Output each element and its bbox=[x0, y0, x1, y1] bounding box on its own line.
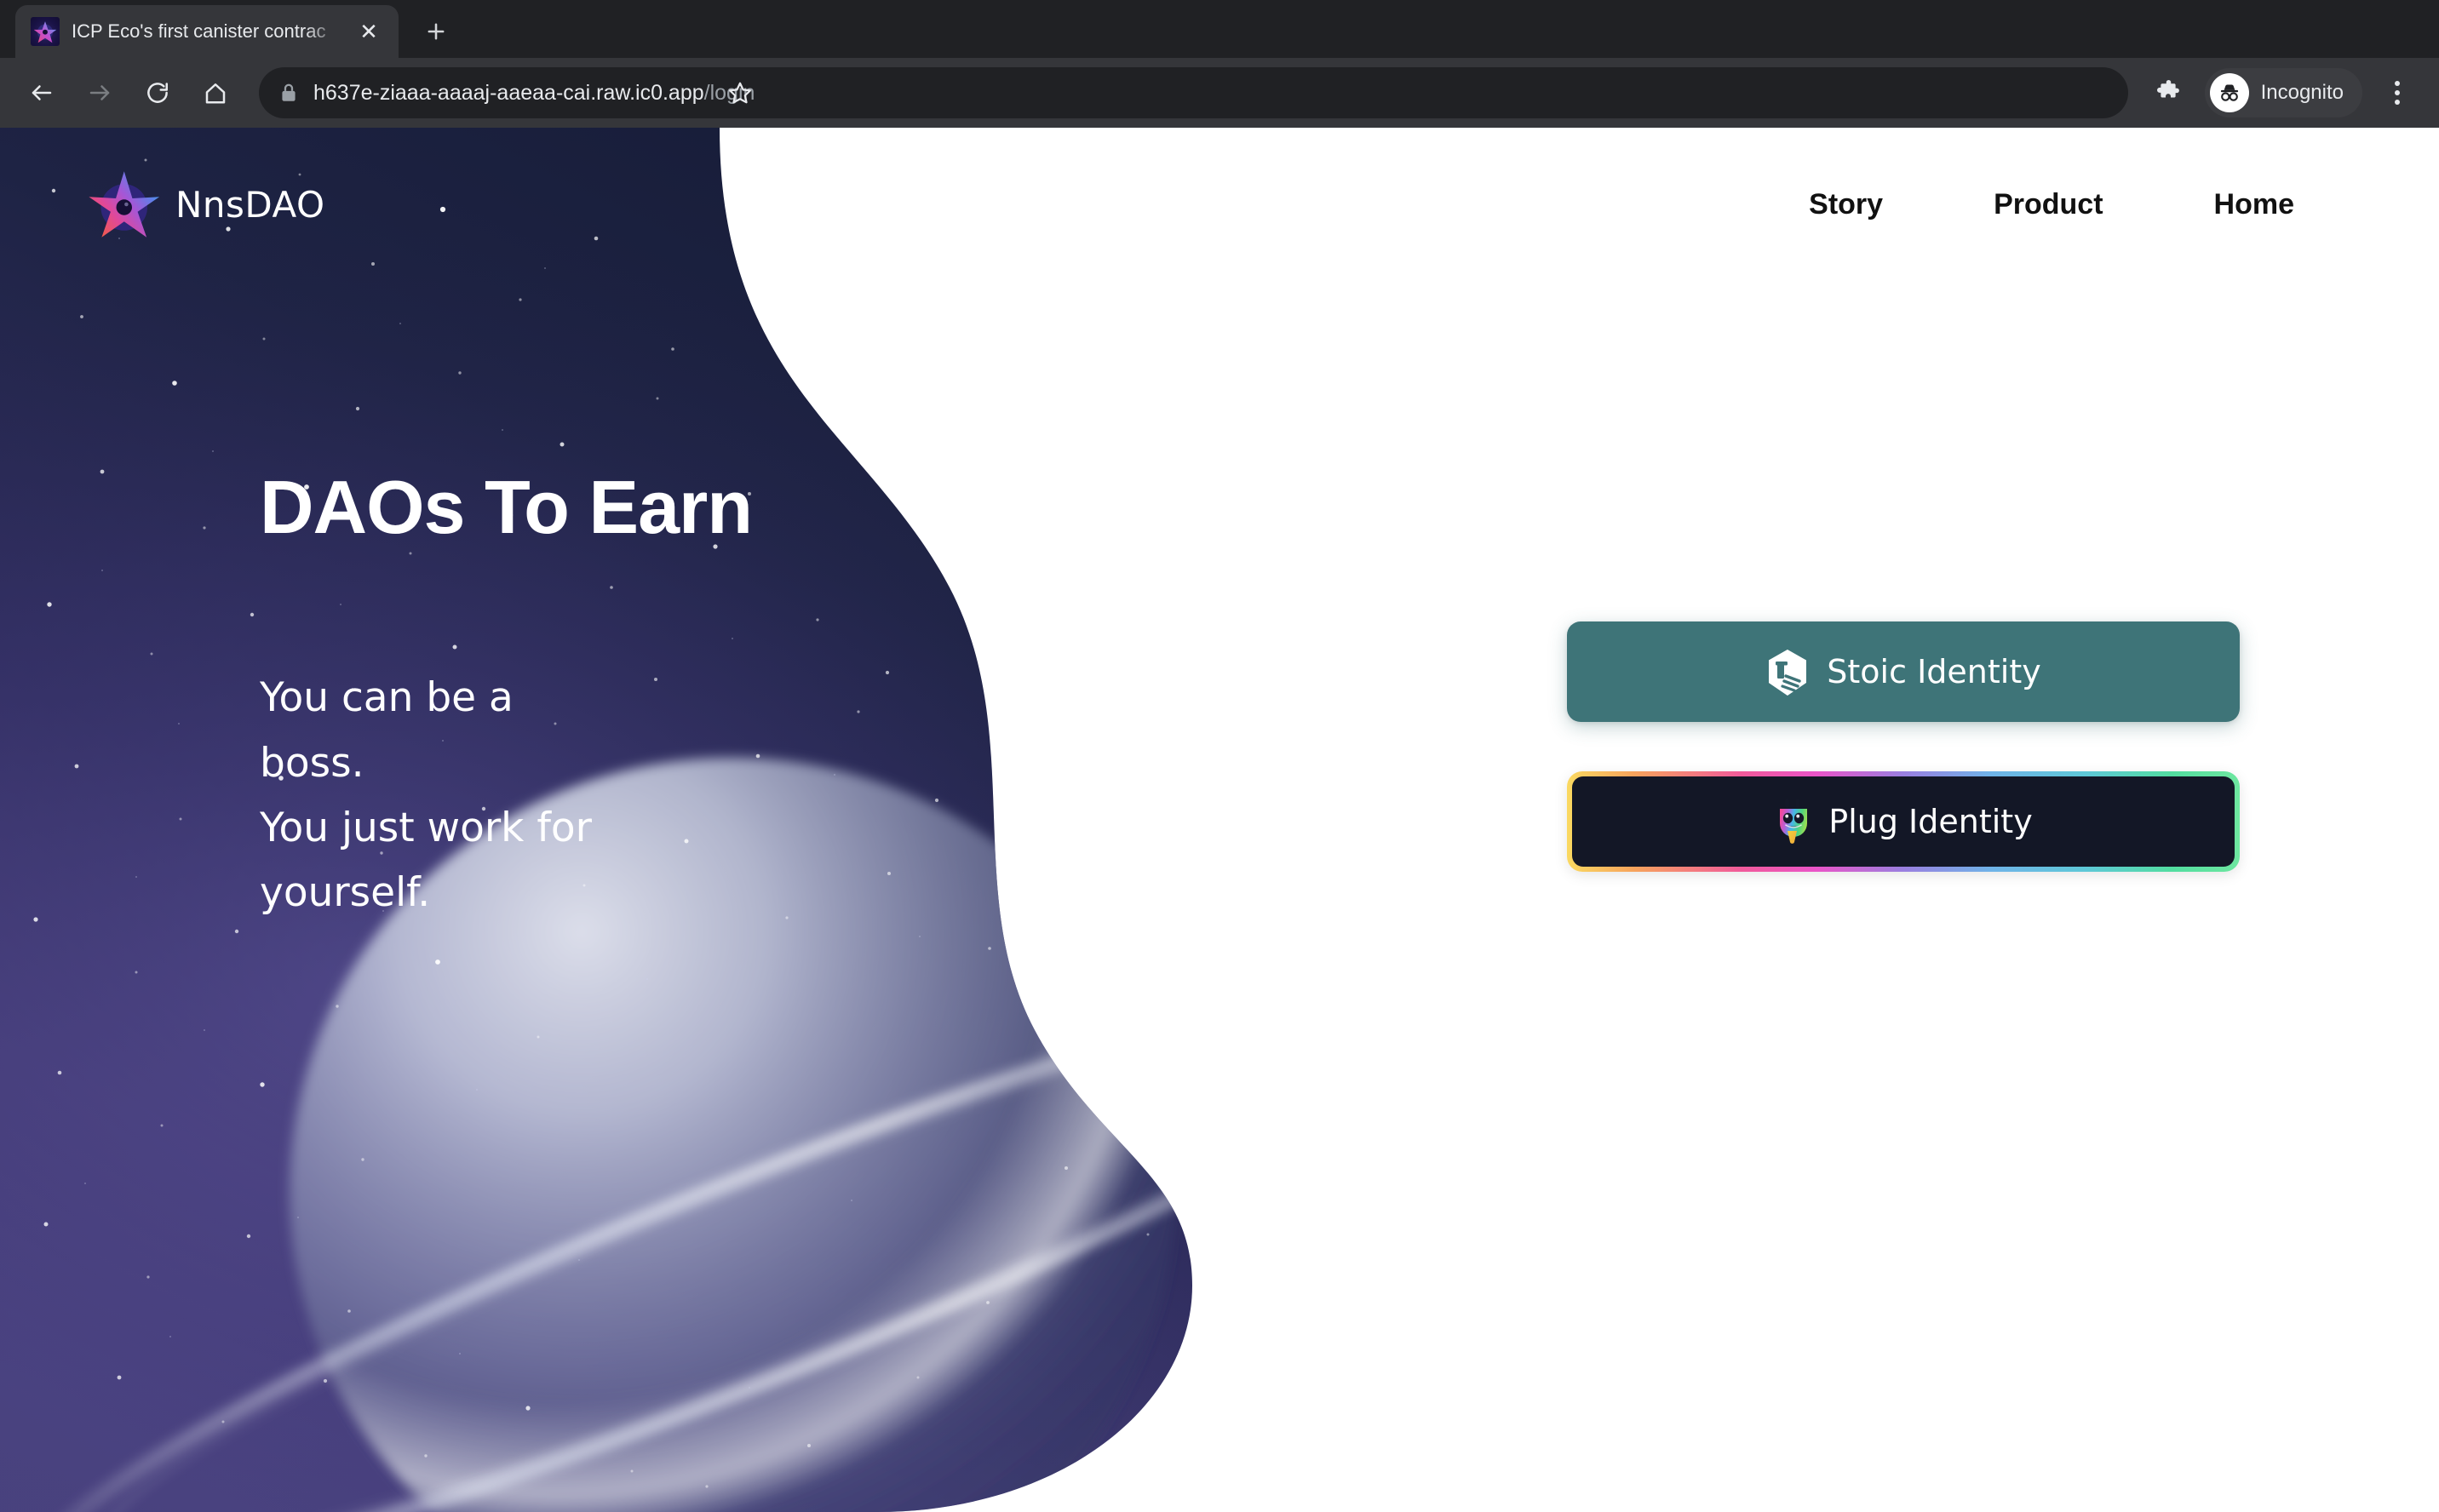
stoic-hexagon-icon bbox=[1765, 648, 1810, 696]
brand-name: NnsDAO bbox=[175, 183, 325, 226]
login-options: Stoic Identity Plug Identity bbox=[1567, 621, 2240, 872]
reload-icon[interactable] bbox=[131, 66, 184, 119]
back-icon[interactable] bbox=[15, 66, 68, 119]
brand[interactable]: NnsDAO bbox=[85, 167, 325, 242]
stoic-identity-button[interactable]: Stoic Identity bbox=[1567, 621, 2240, 722]
profile-label: Incognito bbox=[2260, 81, 2344, 104]
nav-item-home[interactable]: Home bbox=[2214, 188, 2294, 221]
site-header: NnsDAO Story Product Home bbox=[0, 128, 2439, 281]
hero-section: DAOs To Earn You can be a boss. You just… bbox=[260, 465, 753, 925]
bookmark-star-icon[interactable] bbox=[714, 66, 766, 119]
plug-identity-label: Plug Identity bbox=[1828, 803, 2033, 840]
hero-headline: DAOs To Earn bbox=[260, 465, 753, 549]
forward-icon[interactable] bbox=[73, 66, 126, 119]
plug-identity-button-border: Plug Identity bbox=[1567, 771, 2240, 872]
stoic-identity-label: Stoic Identity bbox=[1827, 653, 2041, 690]
plug-identity-button[interactable]: Plug Identity bbox=[1572, 776, 2235, 867]
site-nav: Story Product Home bbox=[1809, 188, 2439, 221]
tab-close-icon[interactable]: ✕ bbox=[354, 17, 383, 46]
plug-mascot-icon bbox=[1774, 798, 1813, 845]
browser-toolbar: h637e-ziaaa-aaaaj-aaeaa-cai.raw.ic0.app/… bbox=[0, 58, 2439, 128]
nav-item-story[interactable]: Story bbox=[1809, 188, 1883, 221]
hero-subtext-line-4: yourself. bbox=[260, 868, 431, 916]
browser-window: ICP Eco's first canister contrac ✕ h637e… bbox=[0, 0, 2439, 1512]
menu-dots bbox=[2395, 81, 2400, 105]
extensions-icon[interactable] bbox=[2142, 66, 2195, 119]
address-bar[interactable]: h637e-ziaaa-aaaaj-aaeaa-cai.raw.ic0.app/… bbox=[259, 67, 2128, 118]
nav-item-product[interactable]: Product bbox=[1994, 188, 2103, 221]
home-icon[interactable] bbox=[189, 66, 242, 119]
url-host: h637e-ziaaa-aaaaj-aaeaa-cai.raw.ic0.app bbox=[313, 80, 704, 105]
tab-strip: ICP Eco's first canister contrac ✕ bbox=[0, 0, 2439, 58]
url-text: h637e-ziaaa-aaaaj-aaeaa-cai.raw.ic0.app/… bbox=[313, 81, 755, 106]
chrome-menu-icon[interactable] bbox=[2371, 66, 2424, 119]
hero-subtext: You can be a boss. You just work for you… bbox=[260, 666, 660, 925]
tab-favicon-icon bbox=[31, 17, 60, 46]
browser-tab[interactable]: ICP Eco's first canister contrac ✕ bbox=[15, 5, 399, 58]
nnsdao-logo-icon bbox=[85, 167, 160, 242]
tab-title: ICP Eco's first canister contrac bbox=[72, 20, 326, 42]
lock-icon bbox=[279, 82, 298, 104]
new-tab-button[interactable] bbox=[412, 8, 460, 55]
page-viewport: NnsDAO Story Product Home DAOs To Earn Y… bbox=[0, 128, 2439, 1512]
hero-subtext-line-3: You just work for bbox=[260, 804, 592, 851]
hero-subtext-line-2: boss. bbox=[260, 739, 364, 787]
space-background-blob bbox=[0, 128, 1712, 1512]
incognito-avatar-icon bbox=[2209, 73, 2249, 112]
hero-subtext-line-1: You can be a bbox=[260, 674, 514, 722]
profile-incognito-chip[interactable]: Incognito bbox=[2204, 68, 2362, 117]
